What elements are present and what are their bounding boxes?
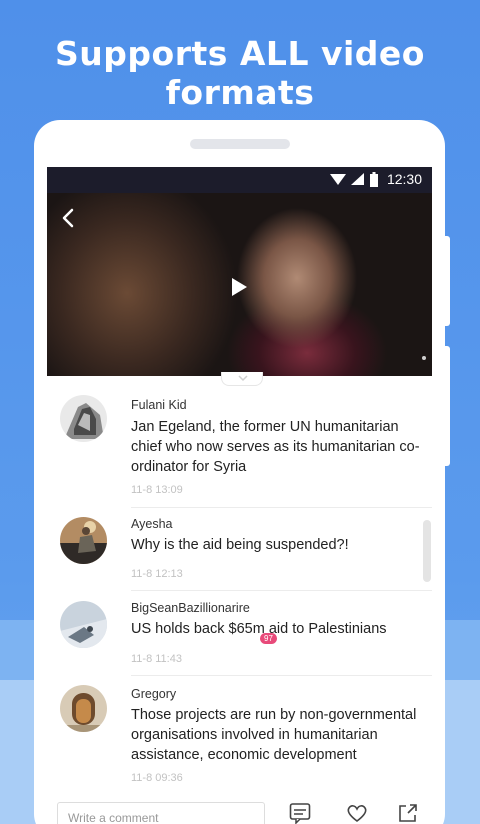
comment-text: Jan Egeland, the former UN humanitarian … (131, 417, 431, 477)
comment-bar: Write a comment (47, 790, 432, 824)
comment-line: ordinator for Syria (131, 459, 247, 475)
status-time: 12:30 (386, 171, 422, 187)
comment-count-badge: 97 (260, 633, 277, 644)
comment-timestamp: 11-8 09:36 (131, 772, 183, 784)
comment-line: Why is the aid being suspended?! (131, 537, 349, 553)
comment-timestamp: 11-8 12:13 (131, 568, 183, 580)
comment-text: Why is the aid being suspended?! (131, 535, 431, 555)
comment-line: Jan Egeland, the former UN humanitarian (131, 419, 399, 435)
comment-username[interactable]: BigSeanBazillionarire (131, 601, 250, 615)
comment-line: organisations involved in humanitarian (131, 727, 378, 743)
avatar[interactable] (60, 517, 107, 564)
divider (131, 590, 432, 591)
fullscreen-icon[interactable] (422, 356, 426, 360)
back-arrow-icon[interactable] (57, 205, 79, 231)
comment-line: assistance, economic development (131, 747, 357, 763)
scrollbar[interactable] (423, 520, 431, 582)
battery-icon (369, 171, 378, 187)
comment-username[interactable]: Gregory (131, 687, 176, 701)
phone-screen: 12:30 Fulani Kid Jan Egeland, the former (47, 167, 432, 824)
comment-line: US holds back $65m aid to Palestinians (131, 621, 387, 637)
phone-volume-button (440, 236, 450, 326)
play-icon[interactable] (230, 277, 248, 297)
comment-line: Those projects are run by non-government… (131, 707, 417, 723)
video-player[interactable] (47, 193, 432, 376)
divider (131, 675, 432, 676)
chevron-down-icon (238, 375, 248, 382)
avatar[interactable] (60, 685, 107, 732)
comment-username[interactable]: Ayesha (131, 517, 172, 531)
collapse-handle[interactable] (221, 372, 263, 386)
comment-text: Those projects are run by non-government… (131, 705, 431, 765)
comments-icon[interactable] (289, 802, 311, 824)
divider (131, 507, 432, 508)
comment-timestamp: 11-8 11:43 (131, 653, 182, 665)
share-icon[interactable] (397, 802, 419, 824)
comment-input[interactable]: Write a comment (57, 802, 265, 824)
comment-text: US holds back $65m aid to Palestinians (131, 619, 431, 639)
promo-headline: Supports ALL video formats (55, 34, 425, 112)
heart-icon[interactable] (346, 802, 368, 824)
phone-speaker (190, 139, 290, 149)
status-bar: 12:30 (47, 167, 432, 193)
signal-icon (350, 173, 364, 185)
avatar[interactable] (60, 395, 107, 442)
comment-username[interactable]: Fulani Kid (131, 398, 187, 412)
wifi-icon (329, 174, 346, 185)
phone-power-button (440, 346, 450, 466)
comment-timestamp: 11-8 13:09 (131, 484, 183, 496)
comment-line: chief who now serves as its humanitarian… (131, 439, 420, 455)
avatar[interactable] (60, 601, 107, 648)
